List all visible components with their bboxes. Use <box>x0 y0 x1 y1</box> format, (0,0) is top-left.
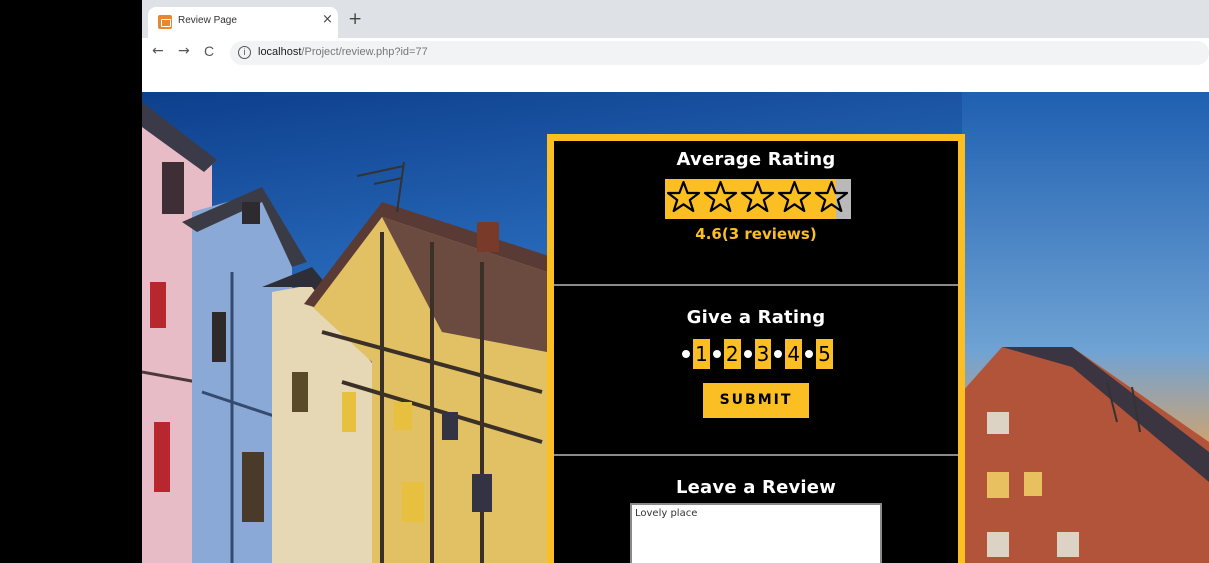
tab-close-icon[interactable]: × <box>322 12 333 27</box>
star-icons <box>666 180 849 213</box>
rating-option-2[interactable]: 2 <box>723 339 741 369</box>
rating-option-5[interactable]: 5 <box>816 339 833 369</box>
rating-radio-2[interactable] <box>712 350 721 358</box>
rating-radio-4[interactable] <box>774 350 783 358</box>
average-rating-text: 4.6(3 reviews) <box>695 225 817 243</box>
url-host: localhost <box>258 46 302 58</box>
average-rating-section: Average Rating <box>554 149 958 170</box>
submit-button[interactable]: SUBMIT <box>703 383 809 418</box>
reload-icon[interactable]: C <box>204 43 214 59</box>
average-rating-title: Average Rating <box>676 149 836 170</box>
tab-title: Review Page <box>178 15 237 26</box>
leave-review-section: Leave a Review <box>554 477 958 498</box>
page-content: Average Rating 4.6(3 reviews) Give a Rat… <box>142 68 1209 563</box>
star-icon <box>740 180 775 213</box>
leave-review-title: Leave a Review <box>675 477 837 498</box>
forward-arrow-icon[interactable]: → <box>178 43 190 59</box>
tab-review-page[interactable]: Review Page × <box>148 7 338 38</box>
give-rating-title: Give a Rating <box>686 307 826 328</box>
review-textarea[interactable]: Lovely place <box>630 503 882 563</box>
rating-option-1[interactable]: 1 <box>693 339 710 369</box>
page-favicon-icon <box>158 15 172 29</box>
give-rating-section: Give a Rating <box>554 307 958 328</box>
browser-toolbar: ← → C i localhost/Project/review.php?id=… <box>142 38 1209 68</box>
rating-option-3[interactable]: 3 <box>754 339 772 369</box>
rating-options: 1 2 3 4 5 <box>554 337 958 371</box>
rating-option-4[interactable]: 4 <box>785 339 803 369</box>
star-icon <box>814 180 849 213</box>
tab-strip: Review Page × + <box>142 0 1209 38</box>
site-info-icon[interactable]: i <box>238 46 251 59</box>
section-divider <box>554 284 958 286</box>
section-divider <box>554 454 958 456</box>
star-icon <box>777 180 812 213</box>
url-text[interactable]: localhost/Project/review.php?id=77 <box>258 46 428 58</box>
star-icon <box>703 180 738 213</box>
browser-window: Review Page × + ← → C i localhost/Projec… <box>142 0 1209 563</box>
average-stars <box>665 179 851 219</box>
address-bar[interactable]: i localhost/Project/review.php?id=77 <box>230 41 1209 65</box>
rating-radio-3[interactable] <box>743 350 752 358</box>
desktop-background <box>0 0 142 563</box>
review-card: Average Rating 4.6(3 reviews) Give a Rat… <box>547 134 965 563</box>
star-icon <box>666 180 701 213</box>
rating-radio-1[interactable] <box>682 350 691 358</box>
rating-radio-5[interactable] <box>805 350 814 358</box>
back-arrow-icon[interactable]: ← <box>152 43 164 59</box>
new-tab-icon[interactable]: + <box>348 9 362 29</box>
url-path: /Project/review.php?id=77 <box>301 46 428 58</box>
